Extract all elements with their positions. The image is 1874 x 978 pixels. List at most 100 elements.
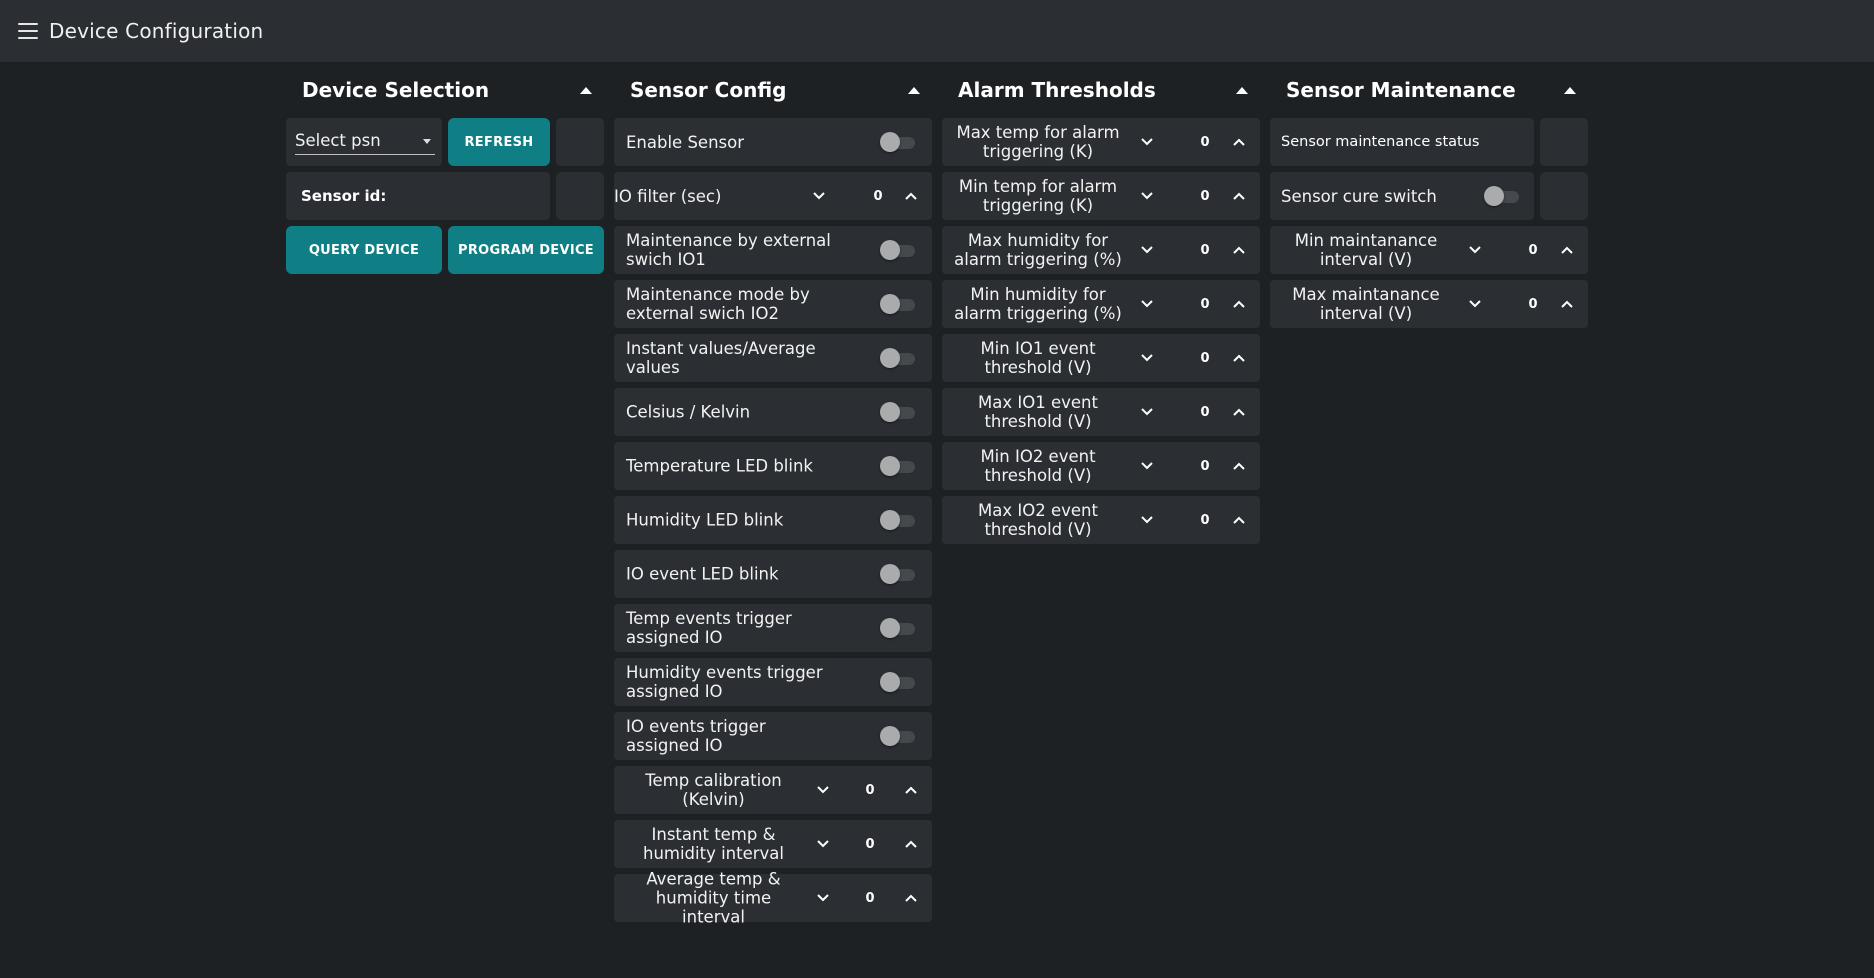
- chevron-up-icon[interactable]: [1230, 511, 1248, 529]
- setting-toggle[interactable]: [880, 348, 916, 368]
- threshold-value[interactable]: 0: [1193, 459, 1217, 474]
- setting-toggle-row: IO events trigger assigned IO: [614, 712, 932, 760]
- chevron-down-icon[interactable]: [814, 889, 832, 907]
- chevron-down-icon[interactable]: [814, 835, 832, 853]
- chevron-up-icon[interactable]: [1230, 241, 1248, 259]
- sensor-id-label: Sensor id:: [301, 187, 387, 205]
- setting-toggle-row: Maintenance mode by external swich IO2: [614, 280, 932, 328]
- query-device-button[interactable]: QUERY DEVICE: [286, 226, 442, 274]
- chevron-up-icon[interactable]: [1230, 295, 1248, 313]
- setting-toggle-row: Temperature LED blink: [614, 442, 932, 490]
- threshold-label: Max IO1 event threshold (V): [978, 393, 1098, 431]
- sensor-config-panel: Sensor Config Enable Sensor IO filter (s…: [614, 62, 932, 928]
- setting-toggle[interactable]: [880, 510, 916, 530]
- chevron-up-icon[interactable]: [1230, 187, 1248, 205]
- chevron-down-icon[interactable]: [1466, 241, 1484, 259]
- threshold-value[interactable]: 0: [1193, 297, 1217, 312]
- threshold-label: Max IO2 event threshold (V): [978, 501, 1098, 539]
- sensor-id-field: Sensor id:: [286, 172, 550, 220]
- maintenance-status-label: Sensor maintenance status: [1281, 134, 1480, 150]
- stepper-value[interactable]: 0: [858, 891, 882, 906]
- threshold-value[interactable]: 0: [1193, 405, 1217, 420]
- collapse-icon[interactable]: [908, 86, 920, 94]
- chevron-down-icon[interactable]: [1138, 295, 1156, 313]
- threshold-label: Max temp for alarm triggering (K): [956, 123, 1120, 161]
- setting-toggle[interactable]: [880, 726, 916, 746]
- enable-sensor-toggle[interactable]: [880, 132, 916, 152]
- chevron-up-icon[interactable]: [902, 835, 920, 853]
- chevron-up-icon[interactable]: [1230, 403, 1248, 421]
- io-filter-label: IO filter (sec): [614, 187, 722, 206]
- chevron-down-icon[interactable]: [814, 781, 832, 799]
- collapse-icon[interactable]: [580, 86, 592, 94]
- collapse-icon[interactable]: [1564, 86, 1576, 94]
- chevron-up-icon[interactable]: [1558, 295, 1576, 313]
- cure-switch-toggle[interactable]: [1484, 186, 1520, 206]
- threshold-value[interactable]: 0: [1193, 351, 1217, 366]
- chevron-down-icon[interactable]: [1138, 511, 1156, 529]
- alarm-thresholds-title: Alarm Thresholds: [958, 78, 1156, 102]
- chevron-up-icon[interactable]: [1558, 241, 1576, 259]
- setting-toggle-label: Instant values/Average values: [626, 339, 816, 377]
- stepper-label: Average temp & humidity time interval: [646, 869, 781, 927]
- top-app-bar: Device Configuration: [0, 0, 1874, 62]
- chevron-up-icon[interactable]: [902, 781, 920, 799]
- chevron-down-icon[interactable]: [1138, 133, 1156, 151]
- chevron-down-icon[interactable]: [1138, 241, 1156, 259]
- collapse-icon[interactable]: [1236, 86, 1248, 94]
- cure-switch-indicator: [1540, 172, 1588, 220]
- number-stepper-row: Temp calibration (Kelvin) 0: [614, 766, 932, 814]
- chevron-down-icon[interactable]: [1138, 457, 1156, 475]
- setting-toggle-row: Humidity events trigger assigned IO: [614, 658, 932, 706]
- stepper-value[interactable]: 0: [858, 837, 882, 852]
- chevron-up-icon[interactable]: [1230, 457, 1248, 475]
- threshold-stepper-row: Min humidity for alarm triggering (%) 0: [942, 280, 1260, 328]
- setting-toggle-label: Temperature LED blink: [626, 456, 813, 476]
- refresh-status-indicator: [556, 118, 604, 166]
- setting-toggle[interactable]: [880, 402, 916, 422]
- setting-toggle[interactable]: [880, 618, 916, 638]
- maintenance-interval-value[interactable]: 0: [1521, 297, 1545, 312]
- chevron-up-icon[interactable]: [1230, 349, 1248, 367]
- setting-toggle[interactable]: [880, 456, 916, 476]
- stepper-label: Temp calibration (Kelvin): [645, 771, 782, 809]
- chevron-up-icon[interactable]: [902, 187, 920, 205]
- chevron-down-icon[interactable]: [810, 187, 828, 205]
- sensor-config-title: Sensor Config: [630, 78, 787, 102]
- threshold-label: Min IO2 event threshold (V): [980, 447, 1096, 485]
- hamburger-menu-icon[interactable]: [18, 23, 38, 39]
- threshold-value[interactable]: 0: [1193, 189, 1217, 204]
- dropdown-arrow-icon: [423, 139, 431, 144]
- io-filter-value[interactable]: 0: [866, 189, 890, 204]
- chevron-up-icon[interactable]: [902, 889, 920, 907]
- chevron-down-icon[interactable]: [1138, 403, 1156, 421]
- refresh-button[interactable]: REFRESH: [448, 118, 550, 166]
- chevron-down-icon[interactable]: [1466, 295, 1484, 313]
- program-device-button[interactable]: PROGRAM DEVICE: [448, 226, 604, 274]
- setting-toggle[interactable]: [880, 564, 916, 584]
- stepper-label: Instant temp & humidity interval: [642, 825, 784, 863]
- threshold-label: Min temp for alarm triggering (K): [958, 177, 1118, 215]
- setting-toggle-row: Celsius / Kelvin: [614, 388, 932, 436]
- threshold-value[interactable]: 0: [1193, 243, 1217, 258]
- chevron-down-icon[interactable]: [1138, 349, 1156, 367]
- stepper-value[interactable]: 0: [858, 783, 882, 798]
- setting-toggle-label: Maintenance by external swich IO1: [626, 231, 831, 269]
- threshold-stepper-row: Max IO1 event threshold (V) 0: [942, 388, 1260, 436]
- setting-toggle[interactable]: [880, 240, 916, 260]
- alarm-thresholds-panel: Alarm Thresholds Max temp for alarm trig…: [942, 62, 1260, 550]
- maintenance-interval-value[interactable]: 0: [1521, 243, 1545, 258]
- maintenance-status-field: Sensor maintenance status: [1270, 118, 1534, 166]
- setting-toggle[interactable]: [880, 294, 916, 314]
- chevron-down-icon[interactable]: [1138, 187, 1156, 205]
- maintenance-interval-label: Min maintanance interval (V): [1294, 231, 1438, 269]
- threshold-value[interactable]: 0: [1193, 513, 1217, 528]
- threshold-value[interactable]: 0: [1193, 135, 1217, 150]
- psn-select[interactable]: Select psn: [286, 118, 442, 166]
- threshold-stepper-row: Max IO2 event threshold (V) 0: [942, 496, 1260, 544]
- setting-toggle-row: Maintenance by external swich IO1: [614, 226, 932, 274]
- sensor-maintenance-panel: Sensor Maintenance Sensor maintenance st…: [1270, 62, 1588, 334]
- chevron-up-icon[interactable]: [1230, 133, 1248, 151]
- setting-toggle[interactable]: [880, 672, 916, 692]
- cure-switch-row: Sensor cure switch: [1270, 172, 1534, 220]
